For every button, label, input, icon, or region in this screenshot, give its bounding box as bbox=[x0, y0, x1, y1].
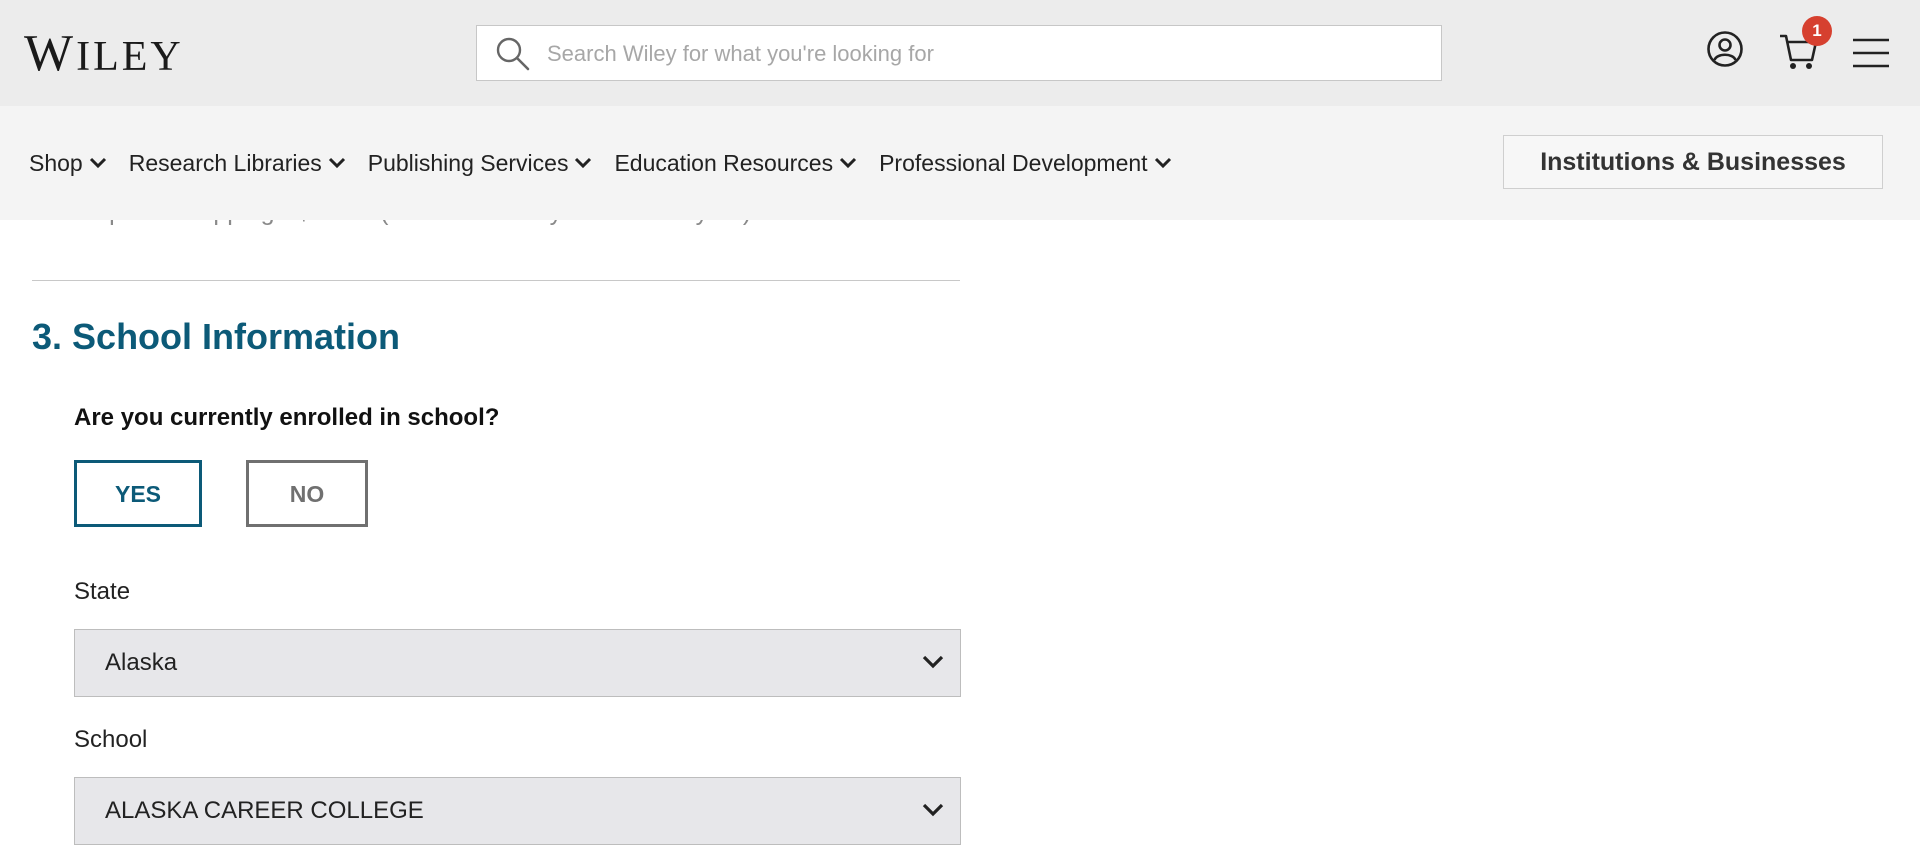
account-icon[interactable] bbox=[1706, 30, 1744, 73]
nav-label: Research Libraries bbox=[128, 149, 322, 176]
chevron-down-icon bbox=[575, 157, 592, 169]
cart-count-badge: 1 bbox=[1802, 16, 1832, 46]
enrolled-yes-button[interactable]: YES bbox=[74, 460, 202, 527]
chevron-down-icon bbox=[840, 157, 857, 169]
nav-label: Publishing Services bbox=[367, 149, 569, 176]
section-divider bbox=[32, 280, 960, 281]
section-number: 3. bbox=[32, 316, 63, 357]
section-heading: School Information bbox=[72, 316, 401, 357]
search-icon[interactable] bbox=[495, 36, 531, 77]
school-select[interactable]: ALASKA CAREER COLLEGE bbox=[74, 777, 961, 845]
state-select[interactable]: Alaska bbox=[74, 629, 961, 697]
chevron-down-icon bbox=[328, 157, 345, 169]
enrolled-no-button[interactable]: NO bbox=[246, 460, 368, 527]
institutions-businesses-button[interactable]: Institutions & Businesses bbox=[1503, 135, 1883, 189]
nav-professional-development[interactable]: Professional Development bbox=[879, 150, 1171, 177]
chevron-down-icon bbox=[922, 655, 944, 669]
nav-education-resources[interactable]: Education Resources bbox=[614, 150, 857, 177]
chevron-down-icon bbox=[922, 803, 944, 817]
main-nav: Shop Research Libraries Publishing Servi… bbox=[0, 106, 1920, 220]
state-selected-value: Alaska bbox=[105, 649, 178, 676]
nav-label: Education Resources bbox=[614, 149, 834, 176]
nav-label: Professional Development bbox=[879, 149, 1148, 176]
nav-shop[interactable]: Shop bbox=[29, 150, 107, 177]
menu-icon[interactable] bbox=[1852, 37, 1890, 74]
section-title: 3. School Information bbox=[32, 316, 400, 358]
chevron-down-icon bbox=[89, 157, 106, 169]
chevron-down-icon bbox=[1154, 157, 1171, 169]
search-input[interactable] bbox=[545, 26, 1429, 82]
nav-publishing-services[interactable]: Publishing Services bbox=[368, 150, 593, 177]
school-label: School bbox=[74, 726, 148, 753]
site-header: WILEY 1 bbox=[0, 0, 1920, 106]
search-bar[interactable] bbox=[476, 25, 1442, 82]
nav-label: Shop bbox=[29, 149, 83, 176]
enrollment-question: Are you currently enrolled in school? bbox=[74, 404, 500, 431]
state-label: State bbox=[74, 578, 131, 605]
wiley-logo[interactable]: WILEY bbox=[24, 26, 184, 85]
nav-research-libraries[interactable]: Research Libraries bbox=[129, 150, 346, 177]
school-selected-value: ALASKA CAREER COLLEGE bbox=[105, 797, 424, 824]
